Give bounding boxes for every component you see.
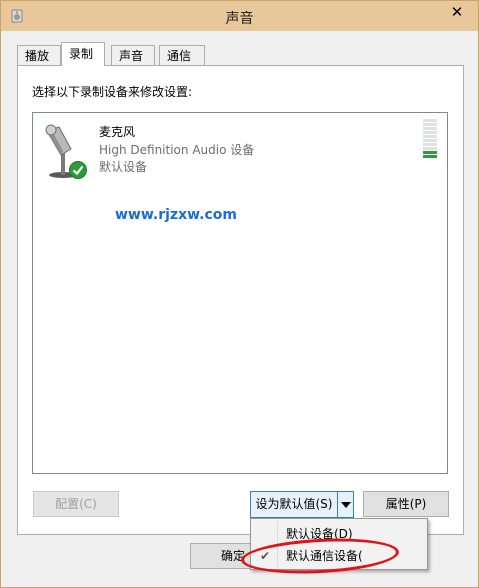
tab-recording[interactable]: 录制 [61,42,105,66]
level-bar [423,155,437,158]
level-bar [423,143,437,146]
device-description: High Definition Audio 设备 [99,143,255,157]
title-bar[interactable]: 声音 ✕ [1,1,478,31]
set-default-split-button[interactable]: 设为默认值(S) [250,491,354,518]
level-meter [423,119,437,159]
configure-button[interactable]: 配置(C) [33,491,119,517]
set-default-button[interactable]: 设为默认值(S) [251,492,337,517]
chevron-down-icon[interactable] [337,492,353,517]
device-name: 麦克风 [99,125,136,139]
device-list[interactable]: 麦克风 High Definition Audio 设备 默认设备 www.rj… [32,112,448,474]
level-bar [423,139,437,142]
window-title: 声音 [225,11,254,27]
level-bar [423,135,437,138]
level-bar [423,123,437,126]
list-item-microphone[interactable]: 麦克风 High Definition Audio 设备 默认设备 [41,119,441,183]
device-status: 默认设备 [99,160,148,174]
tab-sounds[interactable]: 声音 [111,45,155,65]
level-bar [423,119,437,122]
tab-playback[interactable]: 播放 [17,45,61,65]
green-check-icon [69,161,87,179]
tab-communications[interactable]: 通信 [159,45,205,65]
close-button[interactable]: ✕ [442,2,472,22]
instruction-text: 选择以下录制设备来修改设置: [32,85,193,99]
close-icon: ✕ [450,3,464,21]
level-bar [423,147,437,150]
level-bar [423,127,437,130]
watermark-text: www.rjzxw.com [115,207,237,223]
sound-dialog: 声音 ✕ 播放 录制 声音 通信 选择以下录制设备来修改设置: 麦克风 High… [0,0,479,588]
level-bar [423,151,437,154]
level-bar [423,131,437,134]
properties-button[interactable]: 属性(P) [363,491,449,517]
